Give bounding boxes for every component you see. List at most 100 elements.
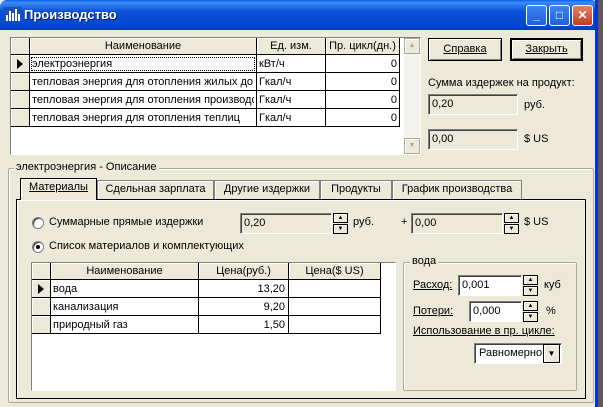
spin-up-icon[interactable]: ▲ [523,275,538,285]
sum-usd-unit: $ US [524,133,549,145]
row-indicator[interactable] [11,109,30,127]
material-rub-cell[interactable]: 13,20 [200,283,285,295]
title-bar[interactable]: Производство _ □ ✕ [0,0,595,30]
total-usd-field[interactable]: 0,00 [411,213,503,234]
total-rub-spinner[interactable]: ▲ ▼ [333,213,348,234]
product-cycle-cell[interactable]: 0 [327,58,397,70]
product-cycle-cell[interactable]: 0 [327,76,397,88]
radio-total-costs-label[interactable]: Суммарные прямые издержки [49,216,203,228]
grid-line [30,90,400,91]
row-indicator[interactable] [11,55,30,73]
spin-up-icon[interactable]: ▲ [333,213,348,223]
scroll-up-icon[interactable]: ▲ [404,38,420,54]
consumption-unit: куб [544,279,561,291]
product-unit-cell[interactable]: Гкал/ч [259,76,323,88]
materials-col-rub[interactable]: Цена(руб.) [199,263,289,280]
material-name-cell[interactable]: вода [53,283,196,295]
grid-line [51,333,381,334]
losses-label: Потери: [413,305,453,317]
grid-line [325,55,326,127]
consumption-field[interactable]: 0,001 [458,275,522,296]
row-indicator[interactable] [32,316,51,334]
radio-total-costs[interactable] [32,217,44,229]
losses-label-text: Потери: [413,305,454,317]
product-unit-cell[interactable]: кВт/ч [259,58,323,70]
description-group-legend: электроэнергия - Описание [14,161,159,173]
current-row-arrow-icon [38,284,44,294]
losses-spinner[interactable]: ▲ ▼ [523,301,538,322]
products-col-unit[interactable]: Ед. изм. [257,38,326,55]
consumption-label-text: Расход: [413,279,453,291]
grid-line [30,108,400,109]
tab-label: Сдельная зарплата [105,183,206,195]
sum-rub-field: 0,20 [428,94,518,115]
row-indicator[interactable] [11,73,30,91]
chart-app-icon [4,7,22,22]
usage-label: Использование в пр. цикле: [413,325,555,337]
sum-rub-unit: руб. [524,99,545,111]
products-grid[interactable]: Наименование Ед. изм. Пр. цикл(дн.) элек… [10,37,421,155]
window-title: Производство [24,7,117,22]
grid-line [51,297,381,298]
spin-down-icon[interactable]: ▼ [504,224,519,234]
radio-materials-list-label[interactable]: Список материалов и комплектующих [49,240,244,252]
materials-col-usd[interactable]: Цена($ US) [289,263,381,280]
product-unit-cell[interactable]: Гкал/ч [259,94,323,106]
spin-up-icon[interactable]: ▲ [523,301,538,311]
tab-production-schedule[interactable]: График производства [392,180,522,199]
materials-grid[interactable]: Наименование Цена(руб.) Цена($ US) вода … [31,262,396,391]
product-name-cell[interactable]: электроэнергия [31,57,255,71]
row-indicator[interactable] [32,298,51,316]
tab-products[interactable]: Продукты [320,180,392,199]
grid-corner [32,263,51,280]
row-indicator[interactable] [11,91,30,109]
current-row-arrow-icon [17,59,23,69]
minimize-button[interactable]: _ [526,5,547,26]
spin-up-icon[interactable]: ▲ [504,213,519,223]
chevron-down-icon[interactable]: ▼ [543,344,560,363]
scroll-down-icon[interactable]: ▼ [404,138,420,154]
tab-label: Материалы [29,181,88,193]
maximize-button[interactable]: □ [549,5,570,26]
tab-piecework-wage[interactable]: Сдельная зарплата [97,180,214,199]
usage-select[interactable]: Равномерно ▼ [474,343,562,364]
spin-down-icon[interactable]: ▼ [333,224,348,234]
product-name-cell[interactable]: тепловая энергия для отопления теплиц [32,112,254,124]
spin-down-icon[interactable]: ▼ [523,286,538,296]
close-button[interactable]: Закрыть [510,38,583,61]
consumption-spinner[interactable]: ▲ ▼ [523,275,538,296]
tab-other-expenses[interactable]: Другие издержки [214,180,320,199]
materials-tab-panel: Суммарные прямые издержки 0,20 ▲ ▼ руб. … [16,199,586,399]
product-cycle-cell[interactable]: 0 [327,112,397,124]
sum-label: Сумма издержек на продукт: [428,77,575,89]
help-button[interactable]: Справка [428,38,502,61]
row-indicator[interactable] [32,280,51,298]
grid-line [30,126,400,127]
grid-line [30,72,400,73]
tab-label: Другие издержки [223,183,311,195]
total-rub-field[interactable]: 0,20 [240,213,332,234]
water-group-legend: вода [410,255,439,267]
close-window-button[interactable]: ✕ [572,5,593,26]
help-button-label: Справка [443,43,487,55]
total-usd-spinner[interactable]: ▲ ▼ [504,213,519,234]
material-rub-cell[interactable]: 9,20 [200,301,285,313]
products-scrollbar[interactable]: ▲ ▼ [404,38,420,154]
product-name-cell[interactable]: тепловая энергия для отопления производс [32,94,254,106]
product-cycle-cell[interactable]: 0 [327,94,397,106]
material-rub-cell[interactable]: 1,50 [200,319,285,331]
products-col-cycle[interactable]: Пр. цикл(дн.) [326,38,400,55]
product-name-cell[interactable]: тепловая энергия для отопления жилых до [32,76,254,88]
radio-materials-list[interactable] [32,241,44,253]
spin-down-icon[interactable]: ▼ [523,312,538,322]
material-name-cell[interactable]: природный газ [53,319,196,331]
materials-col-name[interactable]: Наименование [51,263,199,280]
tab-materials[interactable]: Материалы [20,178,97,200]
material-name-cell[interactable]: канализация [53,301,196,313]
window-body: Наименование Ед. изм. Пр. цикл(дн.) элек… [4,30,595,407]
grid-line [256,55,257,127]
losses-field[interactable]: 0,000 [469,301,522,322]
products-col-name[interactable]: Наименование [30,38,257,55]
tab-label: Продукты [331,183,381,195]
product-unit-cell[interactable]: Гкал/ч [259,112,323,124]
